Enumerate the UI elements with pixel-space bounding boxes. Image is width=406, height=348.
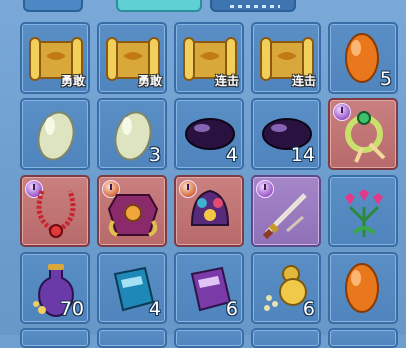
inventory-slot[interactable]: 6	[251, 252, 321, 324]
armor-icon	[107, 194, 159, 237]
tab-1[interactable]	[23, 0, 83, 12]
pale-stone-icon	[37, 111, 75, 161]
headdress-icon	[190, 189, 230, 226]
inventory-slot[interactable]: 连击	[174, 22, 244, 94]
inventory-slot[interactable]	[328, 328, 398, 348]
inventory-slot[interactable]: 3	[97, 98, 167, 170]
inventory-slot[interactable]: 连击	[251, 22, 321, 94]
item-count: 5	[379, 68, 392, 90]
item-tag: 连击	[214, 74, 239, 88]
inventory-slot[interactable]: 6	[174, 252, 244, 324]
inventory-slot[interactable]	[20, 175, 90, 247]
inventory-slot[interactable]	[328, 98, 398, 170]
inventory-slot[interactable]	[174, 175, 244, 247]
inventory-slot[interactable]	[97, 175, 167, 247]
inventory-slot[interactable]: 勇敢	[20, 22, 90, 94]
inventory-slot[interactable]	[328, 175, 398, 247]
item-count: 6	[225, 298, 238, 320]
item-tag: 连击	[291, 74, 316, 88]
inventory-slot[interactable]	[251, 175, 321, 247]
item-count: 6	[302, 298, 315, 320]
red-necklace-icon	[36, 190, 76, 238]
flower-icon	[345, 189, 383, 237]
inventory-slot[interactable]: 70	[20, 252, 90, 324]
inventory-slot[interactable]: 4	[97, 252, 167, 324]
inventory-slot[interactable]	[20, 98, 90, 170]
item-tag: 勇敢	[137, 74, 162, 88]
inventory-slot[interactable]	[20, 328, 90, 348]
inventory-slot[interactable]	[97, 328, 167, 348]
item-count: 4	[225, 144, 238, 166]
jade-bracelet-icon	[345, 111, 386, 163]
inventory-slot[interactable]: 5	[328, 22, 398, 94]
item-count: 14	[290, 144, 315, 166]
item-count: 3	[148, 144, 161, 166]
inventory-slot[interactable]: 4	[174, 98, 244, 170]
item-count: 4	[148, 298, 161, 320]
inventory-slot[interactable]	[328, 252, 398, 324]
inventory-slot[interactable]: 勇敢	[97, 22, 167, 94]
inventory-slot[interactable]	[251, 328, 321, 348]
item-count: 70	[59, 298, 84, 320]
inventory-slot[interactable]	[174, 328, 244, 348]
sword-icon	[262, 193, 307, 240]
orange-gem-icon	[345, 263, 379, 313]
tab-3[interactable]	[210, 0, 296, 12]
inventory-slot[interactable]: 14	[251, 98, 321, 170]
item-tag: 勇敢	[60, 74, 85, 88]
tab-2-active[interactable]	[116, 0, 202, 12]
